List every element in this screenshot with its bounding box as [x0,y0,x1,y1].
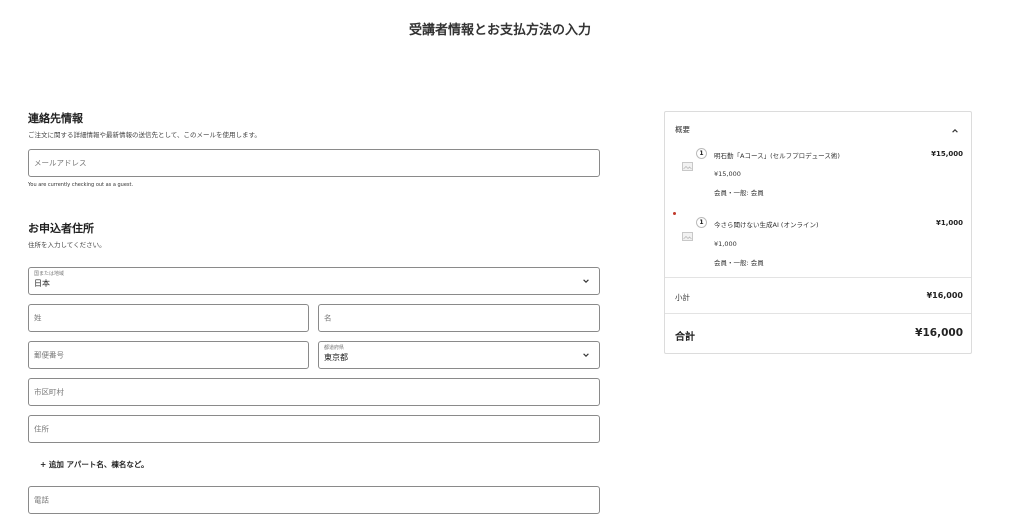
email-placeholder: メールアドレス [34,158,87,168]
city-placeholder: 市区町村 [34,387,64,397]
country-select[interactable]: 国または地域 日本 [28,267,600,295]
total-label: 合計 [675,332,695,343]
item-price: ¥15,000 [931,150,963,158]
subtotal-value: ¥16,000 [926,291,963,300]
summary-title: 概要 [675,125,690,134]
prefecture-label: 都道府県 [324,345,345,351]
email-field[interactable]: メールアドレス [28,149,600,177]
item-variant: 会員・一般: 会員 [714,259,764,267]
last-name-placeholder: 姓 [34,313,42,323]
item-name: 今さら聞けない生成AI (オンライン) [714,221,819,229]
street-placeholder: 住所 [34,424,49,434]
add-apartment-link[interactable]: + 追加 アパート名、棟名など。 [40,459,148,470]
guest-note: You are currently checking out as a gues… [28,182,134,188]
item-unit-price: ¥1,000 [714,240,737,248]
chevron-up-icon[interactable] [951,127,959,135]
postal-code-placeholder: 郵便番号 [34,350,64,360]
item-quantity-badge: 1 [696,148,707,159]
prefecture-select[interactable]: 都道府県 東京都 [318,341,600,369]
contact-heading: 連絡先情報 [28,112,83,125]
total-value: ¥16,000 [915,327,963,339]
country-label: 国または地域 [34,271,65,277]
postal-code-field[interactable]: 郵便番号 [28,341,309,369]
chevron-down-icon [583,353,589,357]
summary-item: 1 今さら聞けない生成AI (オンライン) ¥1,000 ¥1,000 会員・一… [665,215,971,275]
summary-divider [665,277,971,278]
first-name-field[interactable]: 名 [318,304,600,332]
city-field[interactable]: 市区町村 [28,378,600,406]
order-summary: 概要 1 明石勤「Aコース」(セルフプロデュース術) ¥15,000 ¥15,0… [664,111,972,354]
item-name: 明石勤「Aコース」(セルフプロデュース術) [714,152,840,160]
page-title: 受講者情報とお支払方法の入力 [408,23,591,38]
phone-placeholder: 電話 [34,495,49,505]
prefecture-value: 東京都 [324,353,348,362]
item-variant: 会員・一般: 会員 [714,189,764,197]
first-name-placeholder: 名 [324,313,332,323]
subtotal-label: 小計 [675,293,690,302]
country-value: 日本 [34,279,50,288]
item-quantity-badge: 1 [696,217,707,228]
street-address-field[interactable]: 住所 [28,415,600,443]
image-placeholder-icon [682,232,693,241]
contact-subtext: ご注文に関する詳細情報や最新情報の送信先として、このメールを使用します。 [28,131,261,139]
image-placeholder-icon [682,162,693,171]
summary-divider [665,313,971,314]
item-price: ¥1,000 [935,219,963,227]
last-name-field[interactable]: 姓 [28,304,309,332]
summary-item: 1 明石勤「Aコース」(セルフプロデュース術) ¥15,000 ¥15,000 … [665,146,971,206]
status-dot [673,212,676,215]
phone-field[interactable]: 電話 [28,486,600,514]
chevron-down-icon [583,279,589,283]
item-unit-price: ¥15,000 [714,170,741,178]
address-heading: お申込者住所 [28,222,94,235]
address-subtext: 住所を入力してください。 [28,241,106,249]
